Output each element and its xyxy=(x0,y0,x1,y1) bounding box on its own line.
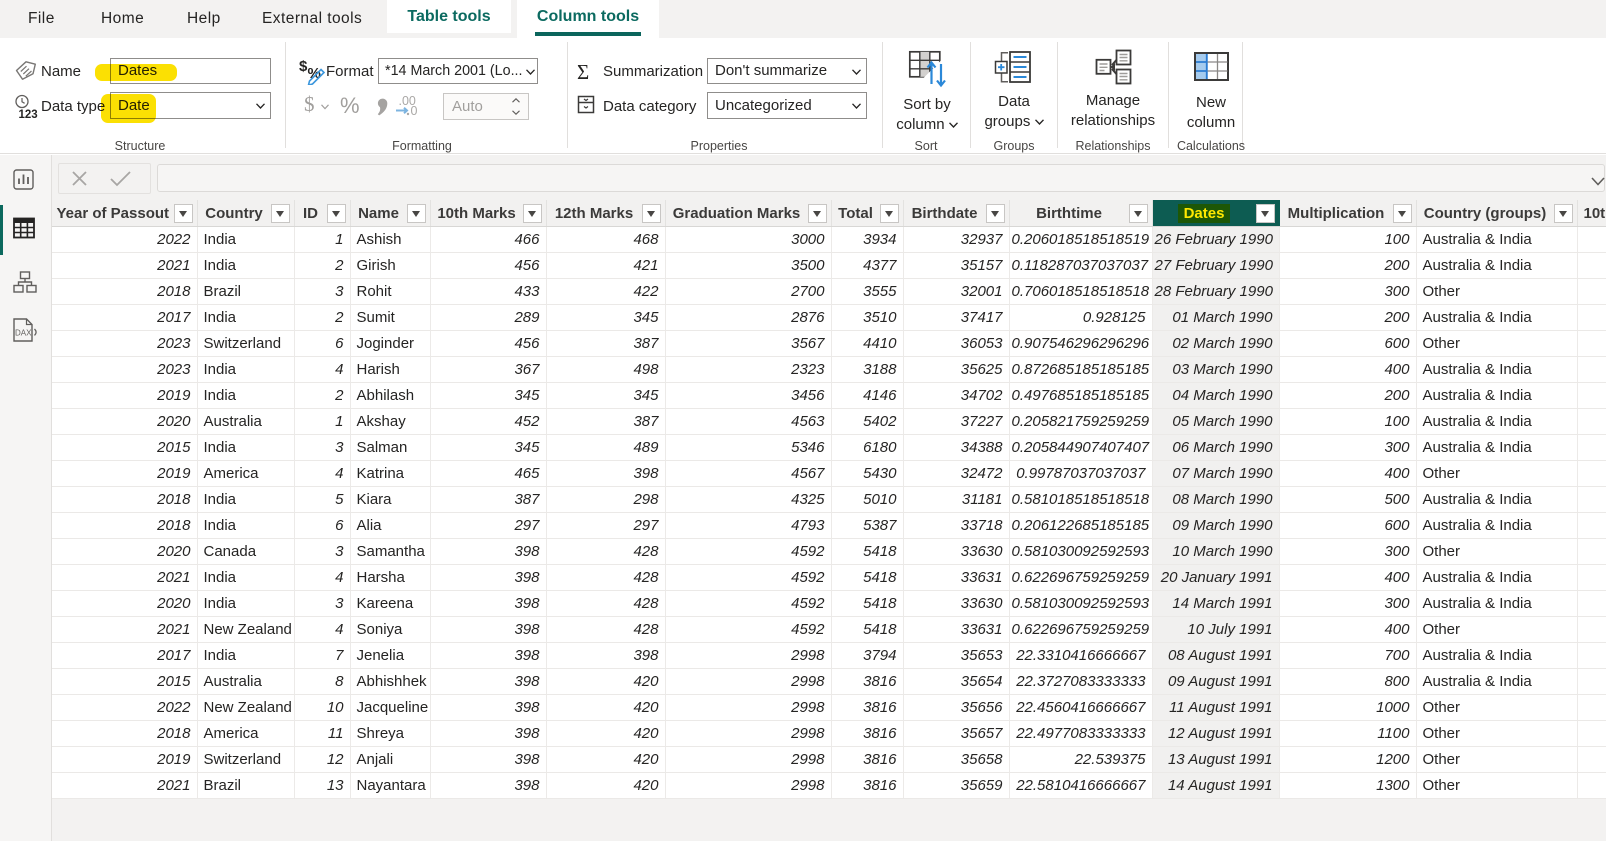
svg-text:%: % xyxy=(308,65,321,82)
svg-text:123: 123 xyxy=(19,109,38,121)
svg-text:0: 0 xyxy=(411,104,418,118)
svg-text:DAX: DAX xyxy=(15,329,32,338)
